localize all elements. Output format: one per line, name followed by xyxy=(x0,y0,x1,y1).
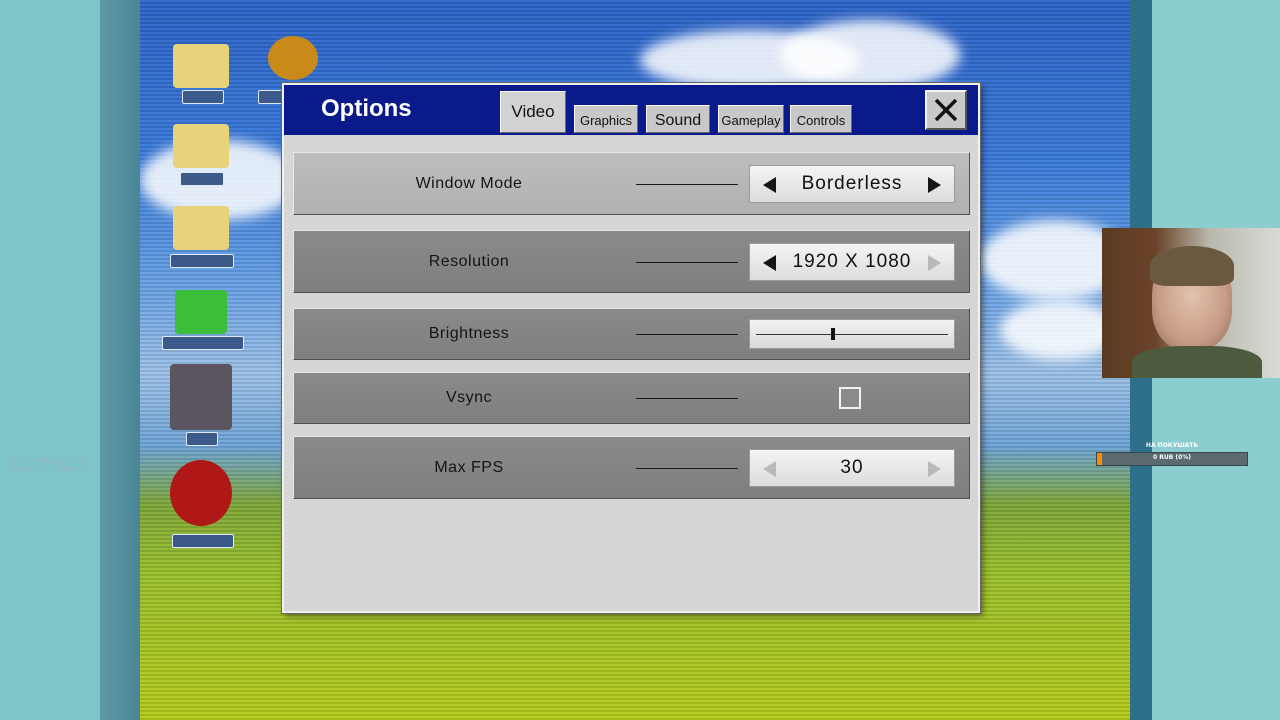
slider-thumb[interactable] xyxy=(830,328,835,340)
window-mode-value: Borderless xyxy=(801,172,903,194)
setting-label: Resolution xyxy=(428,252,510,270)
half-life-icon[interactable] xyxy=(170,460,232,526)
tab-sound[interactable]: Sound xyxy=(646,105,710,133)
arrow-left-icon[interactable] xyxy=(760,459,780,479)
left-backdrop xyxy=(0,0,140,720)
desktop-icon-label xyxy=(172,534,234,548)
resolution-selector: 1920 X 1080 xyxy=(749,242,955,281)
arrow-left-icon[interactable] xyxy=(760,253,780,273)
setting-row-max-fps: Max FPS 30 xyxy=(293,436,970,499)
donation-progress-bar: 0 RUB (0%) xyxy=(1096,452,1248,466)
row-divider-line xyxy=(636,183,738,185)
folder-icon[interactable] xyxy=(173,124,229,168)
row-divider-line xyxy=(636,261,738,263)
anime-game-icon[interactable] xyxy=(170,364,232,430)
tab-graphics[interactable]: Graphics xyxy=(574,105,638,133)
donation-title: НА ПОКУШАТЬ xyxy=(1145,442,1199,449)
options-titlebar: Options Video Graphics Sound Gameplay Co… xyxy=(284,85,978,135)
game-icon[interactable] xyxy=(175,290,227,334)
close-icon xyxy=(934,98,958,122)
folder-icon[interactable] xyxy=(173,44,229,88)
tab-controls[interactable]: Controls xyxy=(790,105,852,133)
options-window: Options Video Graphics Sound Gameplay Co… xyxy=(282,83,980,613)
desktop-icon-label xyxy=(162,336,244,350)
row-divider-line xyxy=(636,334,738,335)
setting-label: Vsync xyxy=(445,389,493,406)
desktop-icon-label xyxy=(182,90,224,104)
setting-label: Brightness xyxy=(428,325,510,342)
donation-amount: 0 RUB (0%) xyxy=(1152,454,1192,461)
slider-track xyxy=(756,334,948,335)
setting-row-vsync: Vsync xyxy=(293,372,970,424)
setting-row-resolution: Resolution 1920 X 1080 xyxy=(293,230,970,293)
desktop-icon-label xyxy=(170,254,234,268)
webcam-overlay xyxy=(1102,228,1280,378)
log-overlay-text: "error": "Request bloc "reference": "0e0… xyxy=(6,458,86,473)
close-button[interactable] xyxy=(925,90,967,130)
setting-label: Max FPS xyxy=(434,458,504,476)
max-fps-selector: 30 xyxy=(749,448,955,487)
tab-gameplay[interactable]: Gameplay xyxy=(718,105,784,133)
setting-row-window-mode: Window Mode Borderless xyxy=(293,152,970,215)
desktop-icon-label xyxy=(180,172,224,186)
emoji-face-icon[interactable] xyxy=(268,36,318,80)
desktop-icon-label xyxy=(258,90,284,104)
setting-row-brightness: Brightness xyxy=(293,308,970,360)
arrow-right-icon[interactable] xyxy=(924,253,944,273)
folder-icon[interactable] xyxy=(173,206,229,250)
row-divider-line xyxy=(636,467,738,469)
vsync-checkbox[interactable] xyxy=(839,387,861,409)
max-fps-value: 30 xyxy=(840,456,864,478)
window-title: Options xyxy=(321,95,412,122)
arrow-left-icon[interactable] xyxy=(760,175,780,195)
resolution-value: 1920 X 1080 xyxy=(792,250,912,272)
donation-widget: НА ПОКУШАТЬ 0 RUB (0%) xyxy=(1096,442,1248,466)
window-mode-selector: Borderless xyxy=(749,164,955,203)
row-divider-line xyxy=(636,398,738,399)
brightness-slider[interactable] xyxy=(749,319,955,349)
arrow-right-icon[interactable] xyxy=(924,459,944,479)
arrow-right-icon[interactable] xyxy=(924,175,944,195)
desktop-icon-label xyxy=(186,432,218,446)
setting-label: Window Mode xyxy=(415,174,523,192)
tab-video[interactable]: Video xyxy=(500,91,566,133)
